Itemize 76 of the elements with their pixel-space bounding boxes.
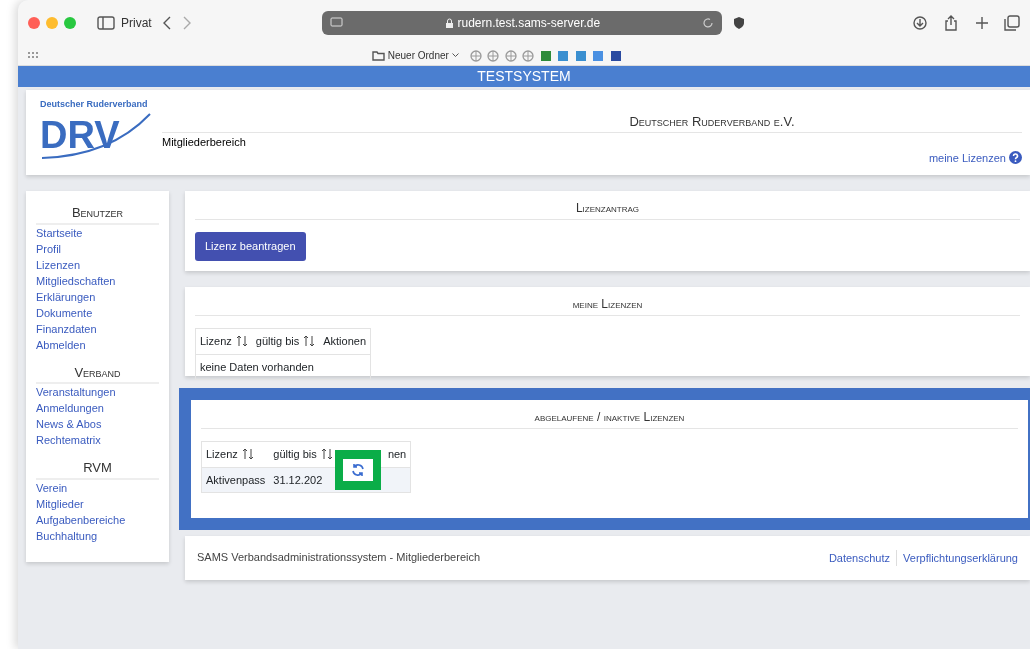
grid-icon[interactable] (28, 51, 40, 60)
sidebar-heading: RVM (36, 458, 159, 480)
refresh-icon (350, 462, 365, 477)
sidebar-link[interactable]: Veranstaltungen (36, 384, 159, 400)
private-label: Privat (121, 14, 152, 32)
help-icon[interactable] (1009, 151, 1022, 164)
column-header[interactable]: gültig bis (255, 335, 300, 347)
sort-icon[interactable] (235, 335, 248, 347)
sidebar-link[interactable]: Dokumente (36, 304, 159, 321)
column-header: nen (387, 448, 407, 460)
sidebar-link[interactable]: Aufgabenbereiche (36, 511, 159, 528)
back-icon[interactable] (161, 15, 172, 30)
column-header[interactable]: Lizenz (200, 335, 232, 347)
chevron-icon (451, 53, 459, 58)
forward-icon[interactable] (181, 15, 192, 30)
favicon-icon[interactable] (609, 49, 622, 62)
favicon-icon[interactable] (574, 49, 587, 62)
shield-icon[interactable] (731, 15, 746, 30)
section-subtitle: Mitgliederbereich (162, 134, 247, 150)
globe-icon[interactable] (487, 49, 500, 62)
logo-caption: Deutscher Ruderverband (40, 98, 149, 111)
sidebar-link[interactable]: News & Abos (36, 416, 159, 432)
sidebar-link[interactable]: Rechtematrix (36, 432, 159, 448)
sidebar-link[interactable]: Anmeldungen (36, 400, 159, 416)
refresh-button[interactable] (342, 458, 373, 481)
site-title: Deutscher Ruderverband e.V. (628, 113, 796, 131)
sidebar-link[interactable]: Finanzdaten (36, 320, 159, 337)
sidebar-link[interactable]: Erklärungen (36, 288, 159, 305)
favicon-icon[interactable] (539, 49, 552, 62)
globe-icon[interactable] (504, 49, 517, 62)
lock-icon (445, 17, 455, 29)
globe-icon[interactable] (522, 49, 535, 62)
card-title: Lizenzantrag (195, 199, 1020, 220)
card-title: abgelaufene / inaktive Lizenzen (201, 408, 1018, 429)
column-header[interactable]: gültig bis (273, 448, 317, 460)
help-link[interactable]: meine Lizenzen (928, 152, 1006, 164)
folder-icon (372, 50, 385, 61)
sidebar-link[interactable]: Mitglieder (36, 495, 159, 512)
url-text: rudern.test.sams-server.de (457, 15, 601, 30)
sidebar-link[interactable]: Verein (36, 479, 159, 496)
card-title: meine Lizenzen (195, 295, 1020, 316)
table-cell: Aktivenpass (206, 473, 266, 486)
tabs-icon[interactable] (1004, 14, 1020, 31)
test-system-banner: TESTSYSTEM (18, 66, 1030, 87)
close-button[interactable] (28, 16, 40, 29)
sort-icon[interactable] (241, 448, 254, 460)
footer-link[interactable]: Datenschutz (828, 549, 891, 566)
sort-icon[interactable] (320, 448, 333, 460)
footer-text: SAMS Verbandsadministrationssystem - Mitgliederbereich (197, 550, 481, 566)
sidebar-icon[interactable] (97, 15, 115, 30)
sidebar-link[interactable]: Startseite (36, 224, 159, 241)
request-license-button[interactable]: Lizenz beantragen (195, 232, 306, 261)
sidebar-heading: Benutzer (36, 203, 159, 225)
reload-icon[interactable] (701, 16, 714, 29)
logo-drawing: DRV (40, 111, 155, 162)
new-tab-icon[interactable] (974, 15, 989, 30)
sidebar-link[interactable]: Mitgliedschaften (36, 272, 159, 289)
sidebar-link[interactable]: Lizenzen (36, 256, 159, 273)
favicon-icon[interactable] (557, 49, 570, 62)
share-icon[interactable] (943, 14, 959, 31)
maximize-button[interactable] (64, 16, 76, 29)
download-icon[interactable] (911, 14, 928, 31)
empty-message: keine Daten vorhanden (200, 360, 314, 373)
sidebar-link[interactable]: Abmelden (36, 336, 159, 353)
column-header[interactable]: Lizenz (206, 448, 238, 460)
sort-icon[interactable] (303, 335, 316, 347)
sidebar-link[interactable]: Profil (36, 240, 159, 257)
footer-link[interactable]: Verpflichtungserklärung (896, 549, 1018, 566)
address-bar[interactable]: rudern.test.sams-server.de (321, 10, 722, 35)
column-header: Aktionen (323, 335, 367, 347)
table-cell: 31.12.202 (273, 473, 323, 486)
sidebar-heading: Verband (36, 362, 159, 384)
globe-icon[interactable] (469, 49, 482, 62)
bookmark-folder[interactable]: Neuer Ordner (372, 48, 459, 63)
sidebar-link[interactable]: Buchhaltung (36, 527, 159, 544)
page-icon (329, 16, 344, 29)
